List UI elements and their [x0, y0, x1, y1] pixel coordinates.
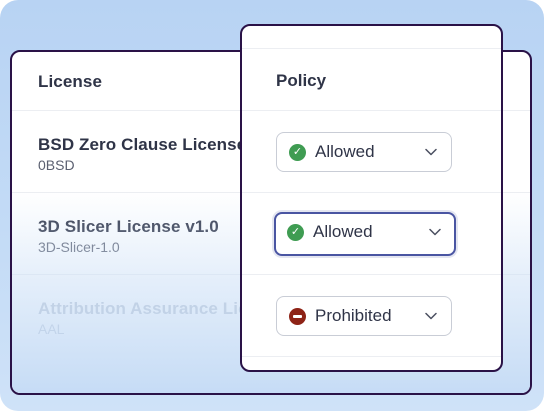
row-divider [242, 274, 501, 275]
policy-column-header: Policy [276, 71, 327, 90]
panel-top-divider [242, 48, 501, 49]
license-name: BSD Zero Clause License [38, 135, 247, 154]
license-column-header: License [38, 72, 103, 91]
chevron-down-icon [429, 228, 441, 236]
license-name: 3D Slicer License v1.0 [38, 217, 219, 236]
chevron-down-icon [425, 148, 437, 156]
policy-select-value: Allowed [313, 222, 373, 241]
row-divider [242, 192, 501, 193]
policy-column-panel: Policy ✓ Allowed ✓ Allowed Prohibited [240, 24, 503, 372]
license-spdx-id: 0BSD [38, 157, 75, 173]
policy-select[interactable]: ✓ Allowed [276, 132, 452, 172]
policy-select-value: Allowed [315, 142, 375, 161]
license-spdx-id: AAL [38, 321, 65, 337]
minus-circle-icon [289, 308, 306, 325]
row-divider [242, 356, 501, 357]
check-circle-icon: ✓ [289, 144, 306, 161]
policy-select-value: Prohibited [315, 306, 392, 325]
chevron-down-icon [425, 312, 437, 320]
policy-select[interactable]: Prohibited [276, 296, 452, 336]
license-spdx-id: 3D-Slicer-1.0 [38, 239, 120, 255]
policy-select-focused[interactable]: ✓ Allowed [274, 212, 456, 256]
header-divider [242, 110, 501, 111]
check-circle-icon: ✓ [287, 224, 304, 241]
